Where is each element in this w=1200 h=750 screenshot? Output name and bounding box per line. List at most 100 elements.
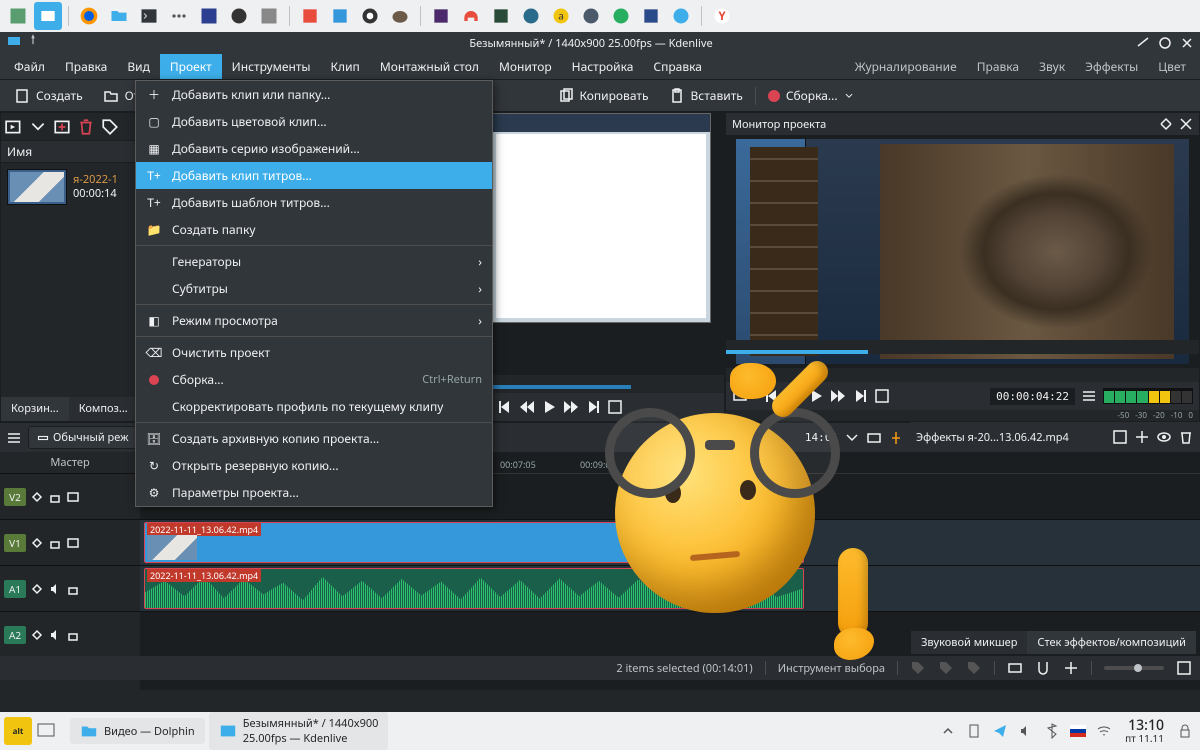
project-monitor-timecode[interactable]: 00:00:04:22 (990, 388, 1075, 405)
tray-lock-icon[interactable] (1177, 723, 1193, 739)
pm-prev-icon[interactable] (764, 388, 780, 404)
mon-rew-icon[interactable] (519, 399, 535, 415)
copy-button[interactable]: Копировать (550, 83, 657, 108)
app-generic-6[interactable] (356, 2, 384, 30)
lane-a1[interactable]: 2022-11-11_13.06.42.mp4 (140, 566, 1200, 612)
headphones-icon[interactable] (457, 2, 485, 30)
dd-add-clip[interactable]: ＋Добавить клип или папку... (136, 81, 492, 108)
sb-snap-icon[interactable] (1035, 660, 1051, 676)
mon-prev-icon[interactable] (497, 399, 513, 415)
sb-tag2-icon[interactable] (938, 660, 954, 676)
sb-zoom-icon[interactable] (1176, 660, 1192, 676)
app-generic-5[interactable] (326, 2, 354, 30)
track-header-a2[interactable]: A2 (0, 612, 140, 658)
workspace-editing[interactable]: Правка (967, 54, 1029, 79)
lane-v1[interactable]: 2022-11-11_13.06.42.mp4 (140, 520, 1200, 566)
tray-telegram-icon[interactable] (992, 723, 1008, 739)
menu-edit[interactable]: Правка (55, 54, 117, 79)
timeline-mode-button[interactable]: Обычный реж (28, 426, 137, 449)
chevron-down-icon[interactable] (29, 118, 47, 136)
tray-volume-icon[interactable] (1018, 723, 1034, 739)
pm-next-icon[interactable] (852, 388, 868, 404)
tl-marker-icon[interactable] (888, 430, 904, 446)
app-generic-7[interactable] (427, 2, 455, 30)
track-master[interactable]: Мастер (0, 452, 140, 474)
menu-icon[interactable] (165, 2, 193, 30)
dd-open-backup[interactable]: ↻Открыть резервную копию... (136, 452, 492, 479)
fx-split-icon[interactable] (1134, 429, 1150, 445)
menu-tools[interactable]: Инструменты (222, 54, 321, 79)
project-monitor-scrubber[interactable] (726, 340, 1199, 354)
pm-ff-icon[interactable] (830, 388, 846, 404)
app-generic-10[interactable]: a (547, 2, 575, 30)
tray-wifi-icon[interactable] (1096, 723, 1112, 739)
app-generic-14[interactable] (667, 2, 695, 30)
tl-hamburger-icon[interactable] (6, 430, 22, 446)
fx-eye-icon[interactable] (1156, 429, 1172, 445)
workspace-effects[interactable]: Эффекты (1075, 54, 1148, 79)
fx-save-icon[interactable] (1112, 429, 1128, 445)
minimize-button[interactable] (1136, 36, 1150, 50)
paste-button[interactable]: Вставить (661, 83, 751, 108)
lock-icon[interactable] (48, 490, 62, 504)
menu-timeline[interactable]: Монтажный стол (370, 54, 489, 79)
project-monitor-viewport[interactable] (726, 135, 1199, 368)
app-generic-12[interactable] (607, 2, 635, 30)
lock-icon[interactable] (48, 536, 62, 550)
fx-trash-icon[interactable] (1178, 429, 1194, 445)
app-generic-4[interactable] (296, 2, 324, 30)
gimp-icon[interactable] (386, 2, 414, 30)
tab-compositions[interactable]: Композ... (69, 397, 138, 421)
alt-linux-logo[interactable]: alt (4, 717, 32, 745)
dd-project-settings[interactable]: ⚙Параметры проекта... (136, 479, 492, 506)
app-generic-13[interactable] (637, 2, 665, 30)
undock-icon[interactable] (1159, 117, 1173, 131)
menu-view[interactable]: Вид (117, 54, 160, 79)
render-button[interactable]: Сборка... (760, 83, 862, 108)
mute-icon[interactable] (66, 536, 80, 550)
workspace-audio[interactable]: Звук (1029, 54, 1075, 79)
dd-add-title[interactable]: T+Добавить клип титров... (136, 162, 492, 189)
mon-next-icon[interactable] (585, 399, 601, 415)
app-generic-11[interactable] (577, 2, 605, 30)
taskbar-app-2-active[interactable] (34, 2, 62, 30)
tray-clipboard-icon[interactable] (966, 723, 982, 739)
taskbar-dolphin[interactable]: Видео — Dolphin (70, 718, 205, 744)
speaker-icon[interactable] (48, 582, 62, 596)
mute-icon[interactable] (66, 490, 80, 504)
dd-clean-project[interactable]: ⌫Очистить проект (136, 339, 492, 366)
sb-tag3-icon[interactable] (966, 660, 982, 676)
menu-project[interactable]: Проект (160, 54, 222, 79)
pm-frame-icon[interactable] (874, 388, 890, 404)
bin-add-icon[interactable] (53, 118, 71, 136)
close-panel-icon[interactable] (1179, 117, 1193, 131)
app-generic-8[interactable] (487, 2, 515, 30)
app-generic-1[interactable] (195, 2, 223, 30)
trash-icon[interactable] (77, 118, 95, 136)
dd-archive[interactable]: 🗄Создать архивную копию проекта... (136, 425, 492, 452)
tray-bluetooth-icon[interactable] (1044, 723, 1060, 739)
fx-icon[interactable] (30, 582, 44, 596)
track-header-v1[interactable]: V1 (0, 520, 140, 566)
tray-up-icon[interactable] (940, 723, 956, 739)
clip-monitor-scrubber[interactable] (491, 375, 724, 393)
audio-clip[interactable]: 2022-11-11_13.06.42.mp4 (144, 568, 804, 609)
pm-more-icon[interactable] (1081, 388, 1097, 404)
terminal-icon[interactable] (135, 2, 163, 30)
dd-subtitles[interactable]: Субтитры› (136, 275, 492, 302)
show-desktop-icon[interactable] (36, 721, 56, 741)
tab-audio-mixer[interactable]: Звуковой микшер (911, 631, 1027, 654)
taskbar-app-1[interactable] (4, 2, 32, 30)
pm-play-icon[interactable] (808, 388, 824, 404)
app-generic-3[interactable] (255, 2, 283, 30)
firefox-icon[interactable] (75, 2, 103, 30)
sb-tag1-icon[interactable] (910, 660, 926, 676)
tl-dropdown-icon[interactable] (844, 430, 860, 446)
sb-thumb-icon[interactable] (1007, 660, 1023, 676)
app-generic-2[interactable] (225, 2, 253, 30)
taskbar-clock[interactable]: 13:10 пт 11.11 (1119, 718, 1170, 744)
sb-fit-icon[interactable] (1063, 660, 1079, 676)
dd-add-color[interactable]: ▢Добавить цветовой клип... (136, 108, 492, 135)
lock-icon[interactable] (66, 582, 80, 596)
track-header-v2[interactable]: V2 (0, 474, 140, 520)
